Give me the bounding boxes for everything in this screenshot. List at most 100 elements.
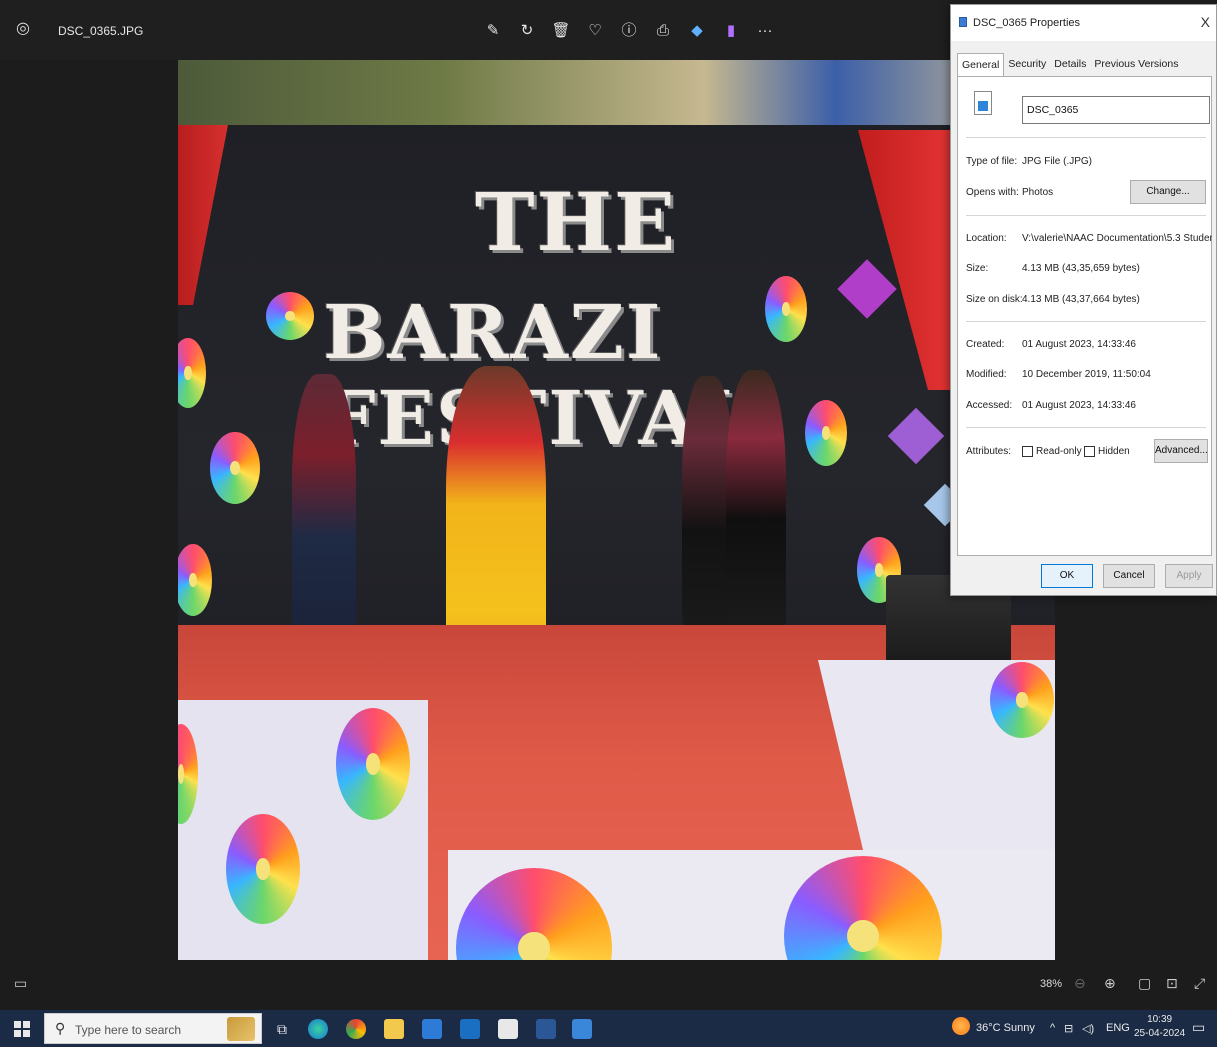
file-name-input[interactable]	[1022, 96, 1210, 124]
photo-canvas: THE BARAZI FESTIVAL	[178, 60, 1055, 960]
divider	[966, 427, 1206, 428]
modified-value: 10 December 2019, 11:50:04	[1022, 369, 1151, 380]
location-value: V:\valerie\NAAC Documentation\5.3 Studen…	[1022, 233, 1212, 244]
tab-previous-versions[interactable]: Previous Versions	[1090, 53, 1182, 77]
filmstrip-icon[interactable]: ▭	[14, 975, 27, 992]
paper-fan-decoration	[990, 662, 1054, 738]
clock-date: 25-04-2024	[1134, 1028, 1186, 1039]
divider	[966, 137, 1206, 138]
outlook-icon[interactable]	[460, 1019, 480, 1039]
cancel-button[interactable]: Cancel	[1103, 564, 1155, 588]
file-icon	[959, 17, 967, 27]
banner-the: THE	[475, 175, 678, 269]
rotate-icon[interactable]: ↻	[516, 18, 538, 44]
zoom-in-icon[interactable]: ⊕	[1104, 975, 1116, 992]
file-explorer-icon[interactable]	[384, 1019, 404, 1039]
volume-icon[interactable]: ◁)	[1082, 1022, 1094, 1035]
location-label: Location:	[966, 233, 1007, 244]
close-icon[interactable]: X	[1201, 14, 1210, 30]
paper-fan-decoration	[765, 276, 807, 342]
search-placeholder: Type here to search	[75, 1023, 182, 1037]
more-icon[interactable]: ···	[754, 18, 776, 44]
type-of-file-value: JPG File (.JPG)	[1022, 156, 1093, 167]
created-label: Created:	[966, 339, 1005, 350]
paper-fan-decoration	[266, 292, 314, 340]
modified-label: Modified:	[966, 369, 1007, 380]
file-title: DSC_0365.JPG	[58, 24, 144, 38]
favorite-icon[interactable]: ♡	[584, 18, 606, 44]
dialog-tabs: General Security Details Previous Versio…	[957, 53, 1182, 77]
weather-text[interactable]: 36°C Sunny	[976, 1022, 1035, 1034]
weather-icon[interactable]	[952, 1017, 970, 1035]
chrome-icon[interactable]	[346, 1019, 366, 1039]
advanced-button[interactable]: Advanced...	[1154, 439, 1208, 463]
divider	[966, 215, 1206, 216]
created-value: 01 August 2023, 14:33:46	[1022, 339, 1136, 350]
photos-app-window: ◎ DSC_0365.JPG ✎ ↻ 🗑 ♡ ⓘ ⎙ ◆ ▮ ··· THE B…	[0, 0, 1217, 1047]
paper-fan-decoration	[805, 400, 847, 466]
opens-with-label: Opens with:	[966, 187, 1019, 198]
viewer-bottom-bar: ▭ 38% ⊖ ⊕ ▢ ⊡ ⤢	[0, 965, 1217, 1003]
search-highlight-icon	[227, 1017, 255, 1041]
delete-icon[interactable]: 🗑	[550, 18, 572, 44]
readonly-label: Read-only	[1036, 446, 1082, 457]
windows-start-icon[interactable]	[14, 1021, 30, 1037]
notification-icon[interactable]: ▭	[1192, 1019, 1205, 1036]
windows-taskbar: ⚲ Type here to search ⧉ 36°C Sunny ^ ⊟ ◁…	[0, 1010, 1217, 1047]
network-icon[interactable]: ⊟	[1064, 1022, 1073, 1035]
taskbar-clock[interactable]: 10:39 25-04-2024	[1134, 1013, 1185, 1041]
size-label: Size:	[966, 263, 989, 274]
image-file-icon	[974, 91, 992, 115]
type-of-file-label: Type of file:	[966, 156, 1018, 167]
opens-with-value: Photos	[1022, 187, 1054, 198]
taskbar-search-box[interactable]: ⚲ Type here to search	[44, 1013, 262, 1044]
chevron-up-icon[interactable]: ^	[1050, 1022, 1055, 1034]
hidden-label: Hidden	[1098, 446, 1130, 457]
fullscreen-icon[interactable]: ⤢	[1194, 975, 1205, 992]
zoom-out-icon[interactable]: ⊖	[1074, 975, 1086, 992]
mail-icon[interactable]	[422, 1019, 442, 1039]
dialog-titlebar[interactable]: DSC_0365 Properties X	[951, 5, 1216, 41]
dancer-figure	[292, 374, 356, 644]
size-value: 4.13 MB (43,35,659 bytes)	[1022, 263, 1140, 274]
word-icon[interactable]	[536, 1019, 556, 1039]
paper-fan-decoration	[336, 708, 410, 820]
file-properties-dialog: DSC_0365 Properties X General Security D…	[950, 4, 1217, 596]
paper-fan-decoration	[226, 814, 300, 924]
edit-icon[interactable]: ✎	[482, 18, 504, 44]
clipchamp-icon[interactable]: ▮	[720, 18, 742, 44]
language-indicator[interactable]: ENG	[1106, 1022, 1130, 1034]
apply-button[interactable]: Apply	[1165, 564, 1213, 588]
general-tab-panel: Type of file: JPG File (.JPG) Opens with…	[957, 76, 1212, 556]
hidden-checkbox[interactable]	[1084, 446, 1095, 457]
store-icon[interactable]	[498, 1019, 518, 1039]
readonly-checkbox[interactable]	[1022, 446, 1033, 457]
dancer-figure	[726, 370, 786, 642]
attributes-label: Attributes:	[966, 446, 1012, 457]
photos-app-icon[interactable]: ◎	[12, 18, 34, 40]
photos-taskbar-icon[interactable]	[572, 1019, 592, 1039]
tab-general[interactable]: General	[957, 53, 1005, 77]
accessed-label: Accessed:	[966, 400, 1013, 411]
tab-details[interactable]: Details	[1050, 53, 1090, 77]
fit-window-icon[interactable]: ⊡	[1166, 975, 1178, 992]
size-on-disk-label: Size on disk:	[966, 294, 1023, 305]
info-icon[interactable]: ⓘ	[618, 18, 640, 44]
edge-icon[interactable]	[308, 1019, 328, 1039]
clock-time: 10:39	[1147, 1014, 1173, 1025]
actual-size-icon[interactable]: ▢	[1138, 975, 1151, 992]
accessed-value: 01 August 2023, 14:33:46	[1022, 400, 1136, 411]
search-icon: ⚲	[55, 1020, 66, 1036]
ok-button[interactable]: OK	[1041, 564, 1093, 588]
task-view-icon[interactable]: ⧉	[272, 1019, 292, 1039]
dialog-title: DSC_0365 Properties	[973, 17, 1081, 29]
paint-icon[interactable]: ◆	[686, 18, 708, 44]
print-icon[interactable]: ⎙	[652, 18, 674, 44]
change-button[interactable]: Change...	[1130, 180, 1206, 204]
size-on-disk-value: 4.13 MB (43,37,664 bytes)	[1022, 294, 1140, 305]
photo-toolbar: ✎ ↻ 🗑 ♡ ⓘ ⎙ ◆ ▮ ···	[482, 18, 776, 44]
zoom-level: 38%	[1040, 978, 1063, 990]
divider	[966, 321, 1206, 322]
tab-security[interactable]: Security	[1004, 53, 1050, 77]
paper-fan-decoration	[210, 432, 260, 504]
